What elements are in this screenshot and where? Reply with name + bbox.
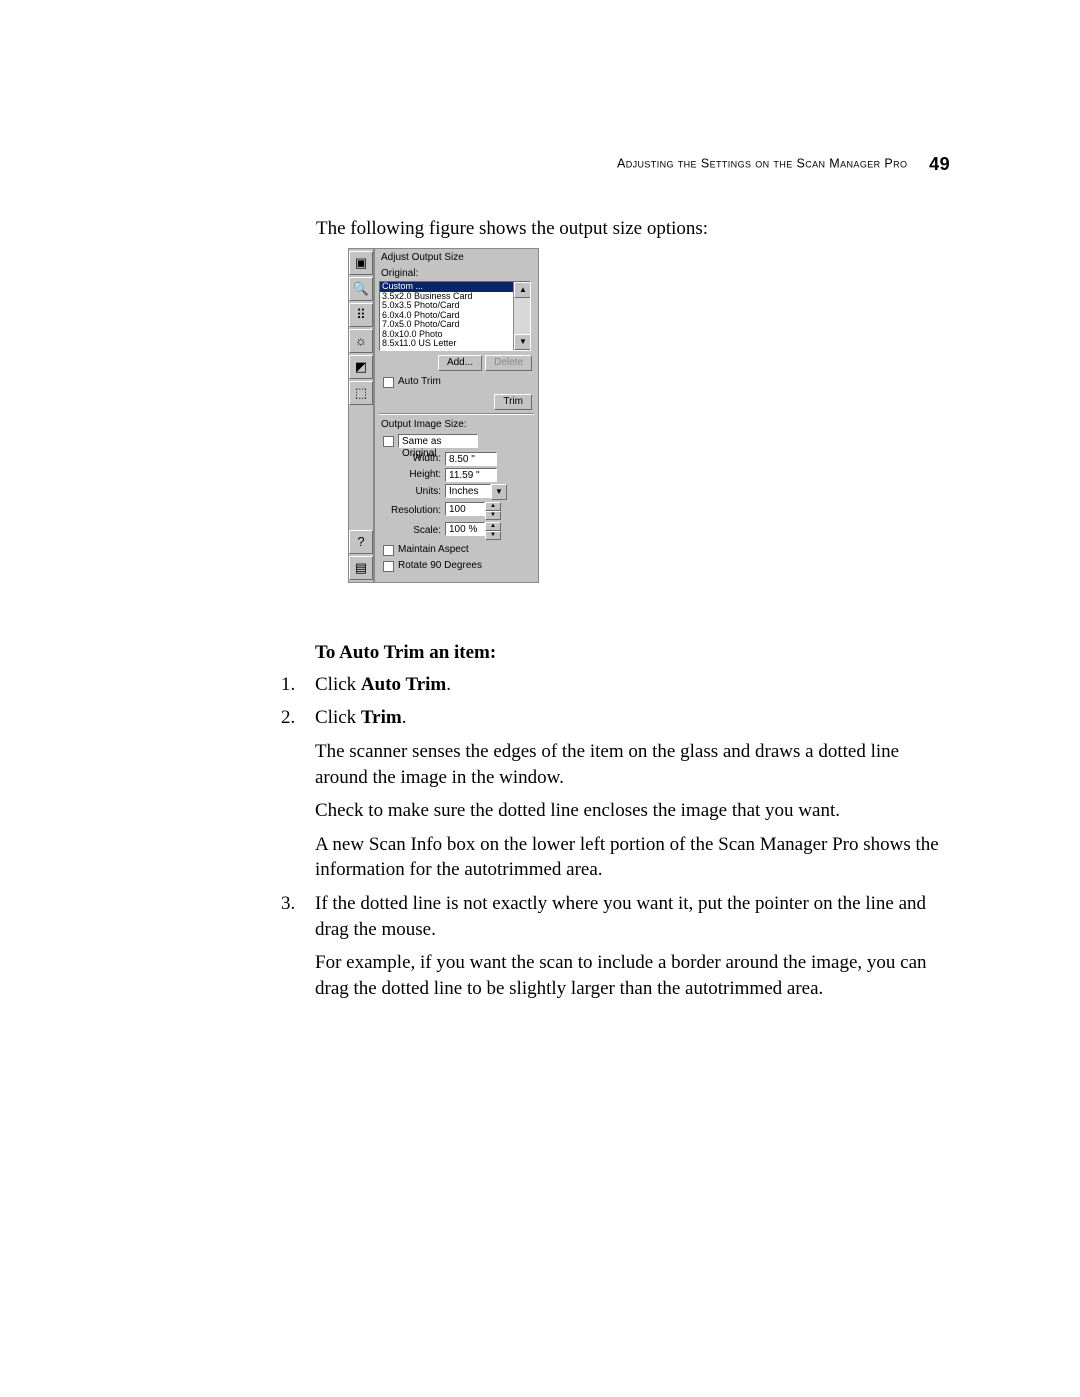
list-item[interactable]: Custom ... bbox=[380, 282, 514, 292]
auto-trim-checkbox[interactable] bbox=[383, 377, 394, 388]
units-select[interactable]: Inches bbox=[445, 484, 491, 498]
width-label: Width: bbox=[381, 453, 445, 465]
toolbar: ▣ 🔍 ⠿ ☼ ◩ ⬚ ? ▤ bbox=[348, 248, 374, 583]
tool-settings-icon[interactable]: ▤ bbox=[349, 556, 373, 580]
resolution-label: Resolution: bbox=[381, 505, 445, 517]
output-size-figure: ▣ 🔍 ⠿ ☼ ◩ ⬚ ? ▤ Adjust Output Size Origi… bbox=[348, 248, 539, 583]
tool-zoom-icon[interactable]: 🔍 bbox=[349, 277, 373, 301]
height-field[interactable]: 11.59 " bbox=[445, 468, 497, 482]
chevron-down-icon[interactable]: ▼ bbox=[491, 484, 507, 500]
maintain-aspect-checkbox[interactable] bbox=[383, 545, 394, 556]
resolution-field[interactable]: 100 bbox=[445, 502, 485, 516]
list-item[interactable]: 3.5x2.0 Business Card bbox=[380, 292, 514, 302]
add-button[interactable]: Add... bbox=[438, 355, 482, 371]
trim-button[interactable]: Trim bbox=[494, 394, 532, 410]
paragraph: The scanner senses the edges of the item… bbox=[315, 739, 951, 790]
list-item[interactable]: 8.5x11.0 US Letter bbox=[380, 339, 514, 349]
same-as-original-label: Same as Original bbox=[398, 434, 478, 448]
ui-term: Trim bbox=[361, 707, 402, 728]
maintain-aspect-label: Maintain Aspect bbox=[398, 544, 469, 556]
delete-button[interactable]: Delete bbox=[485, 355, 532, 371]
width-field[interactable]: 8.50 " bbox=[445, 452, 497, 466]
rotate-90-label: Rotate 90 Degrees bbox=[398, 560, 482, 572]
scale-label: Scale: bbox=[381, 525, 445, 537]
step-number: 1. bbox=[281, 672, 315, 698]
step-text: . bbox=[446, 674, 451, 695]
list-item[interactable]: 5.0x3.5 Photo/Card bbox=[380, 301, 514, 311]
original-label: Original: bbox=[379, 266, 534, 281]
step-2: 2. Click Trim. bbox=[281, 705, 951, 731]
ui-term: Auto Trim bbox=[361, 674, 446, 695]
spin-down-icon[interactable]: ▼ bbox=[485, 531, 501, 540]
scroll-up-icon[interactable]: ▲ bbox=[514, 282, 531, 298]
units-label: Units: bbox=[381, 486, 445, 498]
running-header-text: Adjusting the Settings on the Scan Manag… bbox=[617, 156, 907, 170]
list-item[interactable]: 6.0x4.0 Photo/Card bbox=[380, 311, 514, 321]
step-3: 3. If the dotted line is not exactly whe… bbox=[281, 891, 951, 942]
tool-halftone-icon[interactable]: ⠿ bbox=[349, 303, 373, 327]
lead-paragraph: The following figure shows the output si… bbox=[316, 216, 708, 242]
tool-crop-icon[interactable]: ▣ bbox=[349, 251, 373, 275]
auto-trim-label: Auto Trim bbox=[398, 376, 441, 388]
list-item[interactable]: 8.0x10.0 Photo bbox=[380, 330, 514, 340]
paragraph: Check to make sure the dotted line enclo… bbox=[315, 798, 951, 824]
spin-down-icon[interactable]: ▼ bbox=[485, 511, 501, 520]
step-text: Click bbox=[315, 674, 361, 695]
running-header: Adjusting the Settings on the Scan Manag… bbox=[390, 152, 950, 176]
adjust-output-size-panel: Adjust Output Size Original: Custom ... … bbox=[374, 248, 539, 583]
same-as-original-checkbox[interactable] bbox=[383, 436, 394, 447]
tool-brightness-icon[interactable]: ☼ bbox=[349, 329, 373, 353]
list-item[interactable]: 7.0x5.0 Photo/Card bbox=[380, 320, 514, 330]
scale-field[interactable]: 100 % bbox=[445, 522, 485, 536]
page-number: 49 bbox=[929, 154, 950, 174]
scrollbar[interactable]: ▲ ▼ bbox=[513, 282, 530, 350]
rotate-90-checkbox[interactable] bbox=[383, 561, 394, 572]
step-number: 3. bbox=[281, 891, 315, 942]
panel-title: Adjust Output Size bbox=[379, 252, 534, 266]
output-image-size-label: Output Image Size: bbox=[379, 417, 534, 432]
step-text: Click bbox=[315, 707, 361, 728]
tool-help-icon[interactable]: ? bbox=[349, 530, 373, 554]
subheading: To Auto Trim an item: bbox=[315, 640, 951, 666]
spin-up-icon[interactable]: ▲ bbox=[485, 502, 501, 511]
paragraph: A new Scan Info box on the lower left po… bbox=[315, 832, 951, 883]
scroll-down-icon[interactable]: ▼ bbox=[514, 334, 531, 350]
step-1: 1. Click Auto Trim. bbox=[281, 672, 951, 698]
original-listbox[interactable]: Custom ... 3.5x2.0 Business Card 5.0x3.5… bbox=[379, 281, 531, 351]
body-content: To Auto Trim an item: 1. Click Auto Trim… bbox=[281, 640, 951, 1010]
paragraph: If the dotted line is not exactly where … bbox=[315, 891, 951, 942]
step-number: 2. bbox=[281, 705, 315, 731]
paragraph: For example, if you want the scan to inc… bbox=[315, 950, 951, 1001]
tool-size-icon[interactable]: ⬚ bbox=[349, 381, 373, 405]
spin-up-icon[interactable]: ▲ bbox=[485, 522, 501, 531]
height-label: Height: bbox=[381, 469, 445, 481]
step-text: . bbox=[402, 707, 407, 728]
tool-adjust-icon[interactable]: ◩ bbox=[349, 355, 373, 379]
